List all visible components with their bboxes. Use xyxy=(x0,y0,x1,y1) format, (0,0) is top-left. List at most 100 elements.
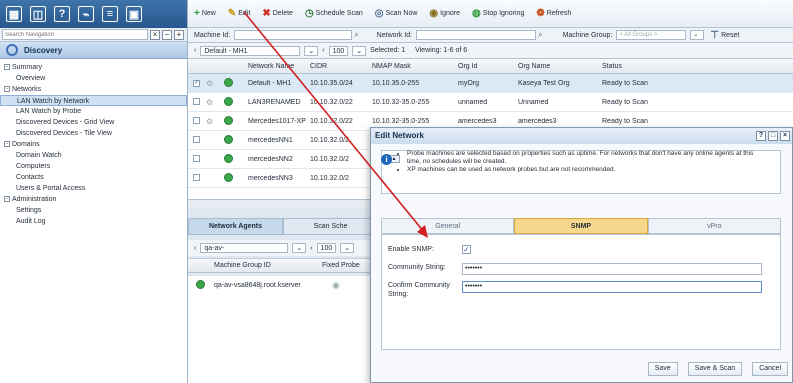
page-nav-icon[interactable]: ‹ xyxy=(310,245,312,252)
col-machine-group-id[interactable]: Machine Group ID xyxy=(214,262,322,269)
expand-all-icon[interactable]: + xyxy=(174,29,184,40)
nav-item[interactable]: Contacts xyxy=(0,172,187,183)
schedule-scan-button[interactable]: ◷ Schedule Scan xyxy=(305,8,363,19)
tab-network-agents[interactable]: Network Agents xyxy=(188,218,283,235)
tab-snmp[interactable]: SNMP xyxy=(514,218,648,234)
document-icon[interactable]: ≡ xyxy=(102,6,118,22)
agent-select[interactable]: qa-av-vsa8648j.root.kserv xyxy=(200,243,289,253)
nav-item[interactable]: Discovered Devices - Grid View xyxy=(0,117,187,128)
row-checkbox[interactable] xyxy=(193,97,200,105)
stop-ignoring-button[interactable]: ◍ Stop Ignoring xyxy=(472,8,524,19)
new-button[interactable]: + New xyxy=(194,8,216,19)
row-checkbox[interactable]: ✓ xyxy=(193,80,200,87)
machine-id-input[interactable] xyxy=(234,30,353,40)
chevron-down-icon[interactable]: ⌄ xyxy=(304,45,319,56)
tree-expander-icon[interactable]: - xyxy=(4,196,10,203)
chart-icon[interactable]: ⌁ xyxy=(78,6,94,22)
search-icon[interactable]: ⌕ xyxy=(538,30,542,40)
prev-view-icon[interactable]: ‹ xyxy=(194,47,196,54)
reset-button[interactable]: ⊤ Reset xyxy=(710,30,739,41)
network-id-label: Network Id: xyxy=(376,31,413,39)
chevron-down-icon[interactable]: ⌄ xyxy=(340,243,355,253)
grid-column-header[interactable]: Org Name xyxy=(514,63,598,70)
grid-column-header[interactable]: Status xyxy=(598,63,718,70)
scan-now-button[interactable]: ◎ Scan Now xyxy=(375,8,418,19)
chevron-down-icon[interactable]: ⌄ xyxy=(292,243,307,253)
tab-general[interactable]: General xyxy=(381,218,515,234)
cell-org-id: unnamed xyxy=(458,98,488,106)
nav-item-label: Administration xyxy=(12,196,57,203)
nav-item[interactable]: - Domains xyxy=(0,139,187,150)
nav-item[interactable]: - Administration xyxy=(0,194,187,205)
search-navigation-input[interactable] xyxy=(2,29,148,40)
tree-expander-icon[interactable]: - xyxy=(4,64,10,71)
settings-icon[interactable]: ▣ xyxy=(126,6,142,22)
row-checkbox[interactable] xyxy=(193,173,200,181)
machine-group-select[interactable]: < All Groups > xyxy=(616,30,687,40)
network-id-input[interactable] xyxy=(416,30,537,40)
edit-button[interactable]: ✎ Edit xyxy=(228,8,250,19)
nav-item[interactable]: Overview xyxy=(0,73,187,84)
search-icon[interactable]: ⌕ xyxy=(354,30,358,40)
table-row[interactable]: ✓ ⚙ Default - MH1 10.10.35.0/24 10.10.35.0-2… xyxy=(188,74,793,93)
machine-id-label: Machine Id: xyxy=(194,31,231,39)
prev-icon[interactable]: ‹ xyxy=(194,245,196,252)
grid-column-header[interactable]: NMAP Mask xyxy=(368,63,454,70)
ignore-button[interactable]: ◉ Ignore xyxy=(429,8,460,19)
row-checkbox[interactable] xyxy=(193,135,200,143)
chevron-down-icon[interactable]: ⌄ xyxy=(352,45,367,56)
close-icon[interactable]: × xyxy=(780,131,790,141)
save-button[interactable]: Save xyxy=(647,362,678,376)
clear-search-icon[interactable]: × xyxy=(150,29,160,40)
nav-item[interactable]: Domain Watch xyxy=(0,150,187,161)
table-row[interactable]: ⚙ LAN3RENAMED 10.10.32.0/22 10.10.32-35.0-2… xyxy=(188,93,793,112)
community-string-input[interactable]: ••••••• xyxy=(462,263,762,275)
chevron-down-icon[interactable]: ⌄ xyxy=(690,30,705,40)
nav-item[interactable]: LAN Watch by Probe xyxy=(0,106,187,117)
enable-snmp-checkbox[interactable]: ✓ xyxy=(462,245,471,254)
discovery-section-header[interactable]: Discovery xyxy=(0,42,187,59)
row-checkbox[interactable] xyxy=(193,116,200,124)
grid-column-header[interactable]: Org Id xyxy=(454,63,514,70)
page-nav-icon[interactable]: ‹ xyxy=(322,47,324,54)
confirm-community-input[interactable]: ••••••• xyxy=(462,281,762,293)
magnifier-icon xyxy=(6,44,18,56)
agent-row[interactable]: qa-av-vsa8648j.root.kserver ◉ xyxy=(188,276,378,295)
nav-item[interactable]: LAN Watch by Network xyxy=(0,95,187,106)
grid-column-header[interactable]: CIDR xyxy=(306,63,368,70)
nav-item[interactable]: Computers xyxy=(0,161,187,172)
page-size-select[interactable]: 100 xyxy=(316,243,337,253)
nav-item[interactable]: Users & Portal Access xyxy=(0,183,187,194)
help-icon[interactable]: ? xyxy=(54,6,70,22)
refresh-button[interactable]: ❁ Refresh xyxy=(536,8,571,19)
probe-toggle-icon[interactable]: ◉ xyxy=(332,280,340,291)
delete-button[interactable]: ✖ Delete xyxy=(262,8,293,19)
save-and-scan-button[interactable]: Save & Scan xyxy=(687,362,743,376)
machine-group-label: Machine Group: xyxy=(562,31,613,39)
grid-column-header[interactable]: Network Name xyxy=(244,63,306,70)
nav-item[interactable]: Discovered Devices - Tile View xyxy=(0,128,187,139)
tab-scan-schedule[interactable]: Scan Sche xyxy=(283,218,378,235)
cancel-button[interactable]: Cancel xyxy=(752,362,788,376)
help-icon[interactable]: ? xyxy=(756,131,766,141)
nav-item[interactable]: Settings xyxy=(0,205,187,216)
col-fixed-probe[interactable]: Fixed Probe xyxy=(322,262,360,269)
horizontal-scrollbar[interactable] xyxy=(188,199,388,209)
main-toolbar: + New ✎ Edit ✖ Delete ◷ Schedule Scan ◎ Scan … xyxy=(188,0,793,28)
page-size-select[interactable]: 100 xyxy=(328,45,349,56)
nav-item[interactable]: - Summary xyxy=(0,62,187,73)
tree-expander-icon[interactable]: - xyxy=(4,141,10,148)
tree-expander-icon[interactable]: - xyxy=(4,86,10,93)
cell-name: LAN3RENAMED xyxy=(248,98,301,106)
view-select[interactable]: Default - MH1 xyxy=(200,45,301,56)
nav-item[interactable]: - Networks xyxy=(0,84,187,95)
collapse-all-icon[interactable]: − xyxy=(162,29,172,40)
nav-item[interactable]: Audit Log xyxy=(0,216,187,227)
grid-view-icon[interactable]: ▦ xyxy=(6,6,22,22)
tab-vpro[interactable]: vPro xyxy=(647,218,781,234)
enable-snmp-row: Enable SNMP: ✓ xyxy=(388,245,471,254)
bookmark-icon[interactable]: ◫ xyxy=(30,6,46,22)
row-checkbox[interactable] xyxy=(193,154,200,162)
network-status-icon xyxy=(224,115,233,125)
maximize-icon[interactable]: □ xyxy=(768,131,778,141)
